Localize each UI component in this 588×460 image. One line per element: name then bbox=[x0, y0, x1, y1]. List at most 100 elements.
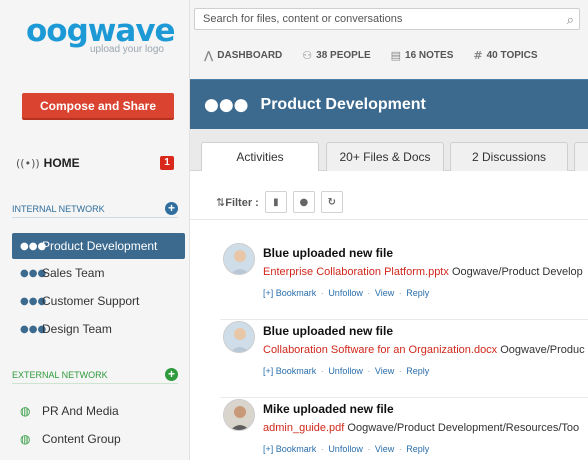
bookmark-link[interactable]: [+] Bookmark bbox=[263, 444, 316, 454]
unfollow-link[interactable]: Unfollow bbox=[328, 288, 363, 298]
post-actions: [+] Bookmark · Unfollow · View · Reply bbox=[263, 444, 430, 454]
file-path: Oogwave/Product Develop bbox=[451, 266, 583, 278]
add-external-group-icon[interactable]: + bbox=[165, 368, 178, 381]
search-icon[interactable]: ⌕ bbox=[567, 11, 574, 31]
hash-icon: # bbox=[473, 49, 483, 62]
bookmark-link[interactable]: [+] Bookmark bbox=[263, 366, 316, 376]
sidebar-item-label: Design Team bbox=[42, 322, 112, 336]
bookmark-link[interactable]: [+] Bookmark bbox=[263, 288, 316, 298]
globe-icon: ◍ bbox=[20, 432, 31, 446]
external-network-header: EXTERNAL NETWORK + bbox=[12, 366, 178, 384]
list-item: Blue uploaded new file Collaboration Sof… bbox=[223, 321, 588, 391]
notes-icon: ▤ bbox=[390, 49, 402, 62]
nav-dashboard-label: DASHBOARD bbox=[217, 50, 283, 61]
sidebar-item-label: Customer Support bbox=[42, 294, 140, 308]
post-title: Blue uploaded new file bbox=[263, 246, 394, 260]
sort-icon: ⇅ bbox=[216, 195, 226, 209]
sidebar-item-customer-support[interactable]: ●●● Customer Support bbox=[12, 288, 185, 314]
file-link[interactable]: admin_guide.pdf bbox=[263, 422, 344, 434]
tab-bar: Activities 20+ Files & Docs 2 Discussion… bbox=[190, 129, 588, 172]
sidebar-item-label: Product Development bbox=[42, 239, 158, 253]
file-link[interactable]: Collaboration Software for an Organizati… bbox=[263, 344, 497, 356]
sidebar-item-sales-team[interactable]: ●●● Sales Team bbox=[12, 260, 185, 286]
group-icon: ●●● bbox=[20, 240, 47, 252]
top-nav: ⋀ DASHBOARD ⚇ 38 PEOPLE ▤ 16 NOTES # 40 … bbox=[204, 49, 538, 62]
list-item: Blue uploaded new file Enterprise Collab… bbox=[223, 243, 588, 313]
group-icon: ●●● bbox=[20, 267, 47, 279]
search-placeholder: Search for files, content or conversatio… bbox=[203, 13, 403, 25]
nav-notes-label: 16 NOTES bbox=[405, 50, 454, 61]
internal-network-title: INTERNAL NETWORK bbox=[12, 203, 105, 214]
sidebar-item-pr-and-media[interactable]: ◍ PR And Media bbox=[12, 398, 185, 424]
add-internal-group-icon[interactable]: + bbox=[165, 202, 178, 215]
filter-bar: ⇅Filter : ▮ ● ↻ bbox=[216, 191, 343, 213]
group-header: ●●● Product Development bbox=[190, 79, 588, 129]
sidebar: oogwave upload your logo Compose and Sha… bbox=[0, 0, 190, 460]
people-icon: ⚇ bbox=[302, 49, 313, 62]
compose-and-share-button[interactable]: Compose and Share bbox=[22, 93, 174, 120]
filter-label: ⇅Filter : bbox=[216, 195, 259, 209]
refresh-icon: ↻ bbox=[327, 196, 337, 208]
logo-wordmark: oogwave bbox=[26, 13, 176, 49]
unfollow-link[interactable]: Unfollow bbox=[328, 444, 363, 454]
avatar[interactable] bbox=[223, 399, 255, 431]
tab-files-docs[interactable]: 20+ Files & Docs bbox=[326, 142, 444, 172]
avatar[interactable] bbox=[223, 321, 255, 353]
activity-feed: ⇅Filter : ▮ ● ↻ Blue uploaded new file E… bbox=[190, 171, 588, 460]
refresh-button[interactable]: ↻ bbox=[320, 191, 343, 213]
post-actions: [+] Bookmark · Unfollow · View · Reply bbox=[263, 288, 430, 298]
nav-topics[interactable]: # 40 TOPICS bbox=[473, 49, 537, 62]
bookmark-filter-button[interactable]: ▮ bbox=[264, 191, 287, 213]
group-icon: ●●● bbox=[20, 323, 47, 335]
bookmark-icon: ▮ bbox=[273, 196, 279, 208]
nav-notes[interactable]: ▤ 16 NOTES bbox=[391, 49, 454, 62]
view-link[interactable]: View bbox=[375, 288, 394, 298]
page-title: Product Development bbox=[260, 95, 426, 113]
logo[interactable]: oogwave upload your logo bbox=[26, 13, 176, 55]
post-file-line: admin_guide.pdf Oogwave/Product Developm… bbox=[263, 422, 579, 434]
avatar[interactable] bbox=[223, 243, 255, 275]
post-title: Blue uploaded new file bbox=[263, 324, 394, 338]
file-path: Oogwave/Product Development/Resources/To… bbox=[347, 422, 580, 434]
tab-activities[interactable]: Activities bbox=[201, 142, 319, 172]
reply-link[interactable]: Reply bbox=[406, 366, 429, 376]
internal-network-header: INTERNAL NETWORK + bbox=[12, 200, 178, 218]
home-label: HOME bbox=[43, 156, 80, 170]
broadcast-icon: ((•)) bbox=[16, 156, 40, 170]
dot-filter-button[interactable]: ● bbox=[292, 191, 315, 213]
unfollow-link[interactable]: Unfollow bbox=[328, 366, 363, 376]
view-link[interactable]: View bbox=[375, 366, 394, 376]
sidebar-item-product-development[interactable]: ●●● Product Development bbox=[12, 233, 185, 259]
external-network-title: EXTERNAL NETWORK bbox=[12, 369, 108, 380]
search-input[interactable]: Search for files, content or conversatio… bbox=[194, 8, 580, 30]
post-file-line: Collaboration Software for an Organizati… bbox=[263, 344, 585, 356]
post-title: Mike uploaded new file bbox=[263, 402, 394, 416]
dot-icon: ● bbox=[299, 196, 309, 208]
group-icon: ●●● bbox=[20, 295, 47, 307]
sidebar-item-label: Content Group bbox=[42, 432, 121, 446]
home-notification-badge: 1 bbox=[160, 156, 174, 170]
sidebar-item-label: PR And Media bbox=[42, 404, 119, 418]
sidebar-item-home[interactable]: ((•)) HOME 1 bbox=[16, 154, 174, 172]
nav-people[interactable]: ⚇ 38 PEOPLE bbox=[302, 49, 370, 62]
sidebar-item-label: Sales Team bbox=[42, 266, 105, 280]
list-item: Mike uploaded new file admin_guide.pdf O… bbox=[223, 399, 588, 460]
post-actions: [+] Bookmark · Unfollow · View · Reply bbox=[263, 366, 430, 376]
tab-discussions[interactable]: 2 Discussions bbox=[450, 142, 568, 172]
post-file-line: Enterprise Collaboration Platform.pptx O… bbox=[263, 266, 583, 278]
reply-link[interactable]: Reply bbox=[406, 444, 429, 454]
sidebar-item-design-team[interactable]: ●●● Design Team bbox=[12, 316, 185, 342]
reply-link[interactable]: Reply bbox=[406, 288, 429, 298]
file-link[interactable]: Enterprise Collaboration Platform.pptx bbox=[263, 266, 449, 278]
view-link[interactable]: View bbox=[375, 444, 394, 454]
nav-people-label: 38 PEOPLE bbox=[316, 50, 371, 61]
chart-icon: ⋀ bbox=[204, 49, 214, 62]
logo-tagline: upload your logo bbox=[90, 44, 164, 55]
group-icon: ●●● bbox=[204, 94, 249, 115]
file-path: Oogwave/Produc bbox=[500, 344, 585, 356]
nav-topics-label: 40 TOPICS bbox=[486, 50, 538, 61]
globe-icon: ◍ bbox=[20, 404, 31, 418]
tab-more[interactable] bbox=[574, 142, 588, 172]
nav-dashboard[interactable]: ⋀ DASHBOARD bbox=[204, 49, 282, 62]
sidebar-item-content-group[interactable]: ◍ Content Group bbox=[12, 426, 185, 452]
